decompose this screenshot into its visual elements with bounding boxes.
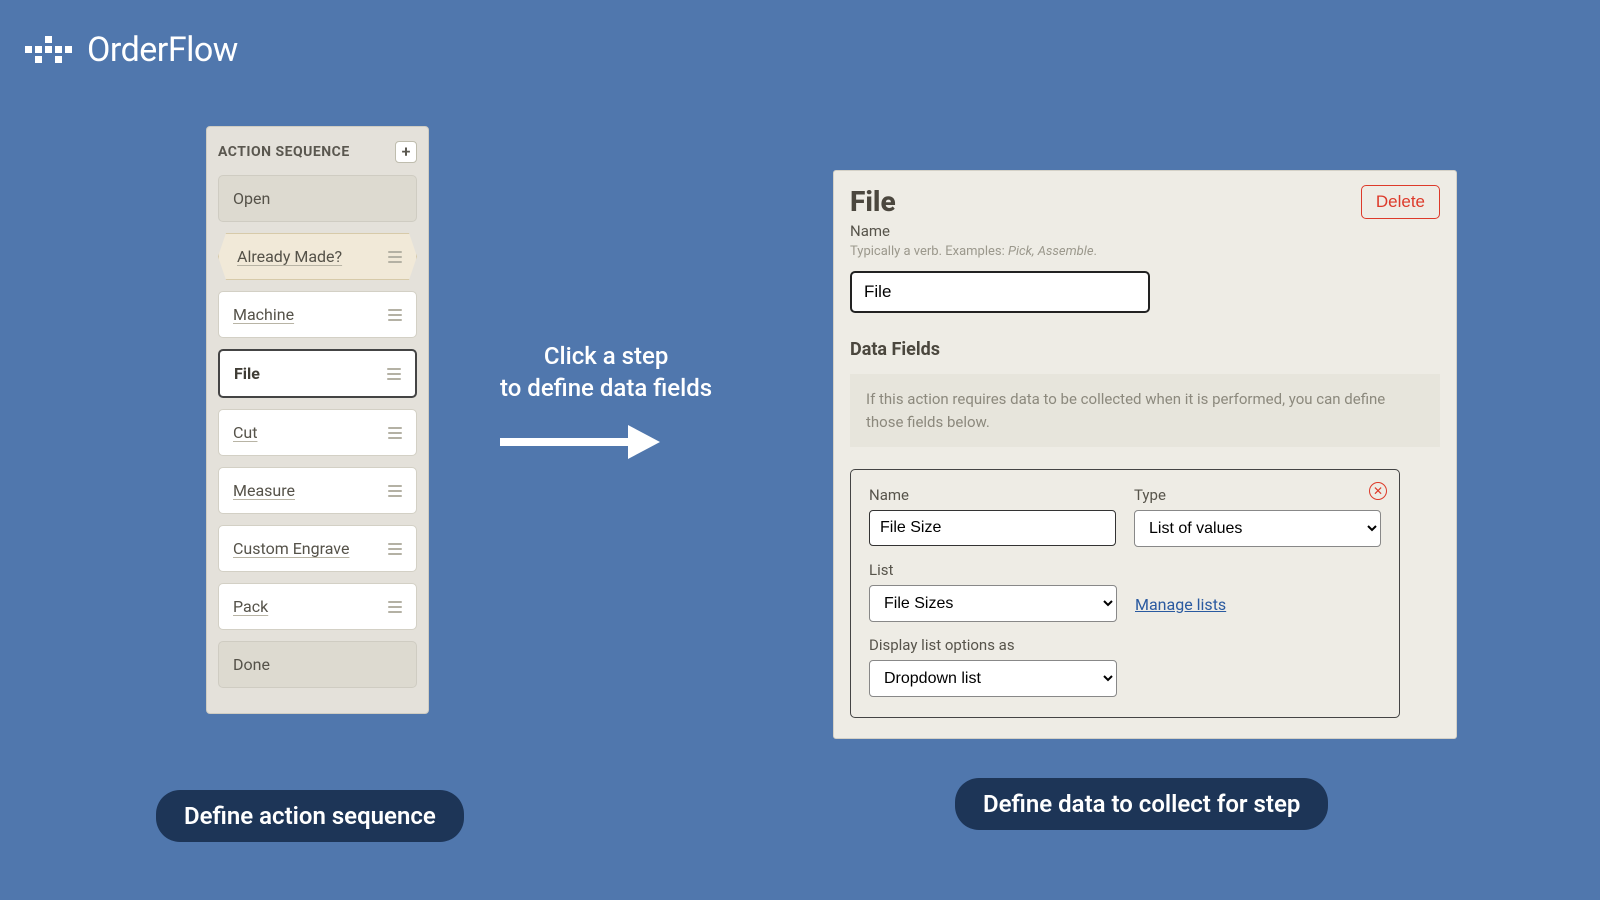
seq-item-already-made[interactable]: Already Made? xyxy=(218,233,417,280)
drag-handle-icon[interactable] xyxy=(388,601,402,613)
seq-item-measure[interactable]: Measure xyxy=(218,467,417,514)
delete-button[interactable]: Delete xyxy=(1361,185,1440,219)
seq-item-label: Open xyxy=(233,189,270,208)
manage-lists-link[interactable]: Manage lists xyxy=(1135,595,1226,614)
app-logo: OrderFlow xyxy=(25,30,238,70)
step-name-input[interactable] xyxy=(850,271,1150,313)
annotation-line: to define data fields xyxy=(500,372,712,404)
caption-left: Define action sequence xyxy=(156,790,464,842)
seq-item-cut[interactable]: Cut xyxy=(218,409,417,456)
action-sequence-panel: ACTION SEQUENCE + Open Already Made? Mac… xyxy=(206,126,429,714)
field-type-label: Type xyxy=(1134,486,1381,504)
drag-handle-icon[interactable] xyxy=(388,251,402,263)
seq-item-file[interactable]: File xyxy=(218,349,417,398)
seq-item-label: Measure xyxy=(233,481,295,500)
field-display-label: Display list options as xyxy=(869,636,1117,654)
logo-text: OrderFlow xyxy=(87,30,238,70)
field-display-select[interactable]: Dropdown list xyxy=(869,660,1117,697)
annotation-line: Click a step xyxy=(500,340,712,372)
seq-item-label: Done xyxy=(233,655,270,674)
seq-item-done: Done xyxy=(218,641,417,688)
data-field-card: ✕ Name Type List of values List File Siz… xyxy=(850,469,1400,718)
seq-item-open: Open xyxy=(218,175,417,222)
field-name-input[interactable] xyxy=(869,510,1116,546)
field-list-label: List xyxy=(869,561,1117,579)
seq-item-custom-engrave[interactable]: Custom Engrave xyxy=(218,525,417,572)
drag-handle-icon[interactable] xyxy=(388,543,402,555)
step-title: File xyxy=(850,185,1097,218)
field-list-select[interactable]: File Sizes xyxy=(869,585,1117,622)
step-detail-panel: File Name Typically a verb. Examples: Pi… xyxy=(833,170,1457,739)
seq-item-label: Pack xyxy=(233,597,268,616)
seq-item-label: Machine xyxy=(233,305,294,324)
arrow-right-icon xyxy=(500,425,660,457)
center-annotation: Click a step to define data fields xyxy=(500,340,712,457)
drag-handle-icon[interactable] xyxy=(388,485,402,497)
name-hint: Typically a verb. Examples: Pick, Assemb… xyxy=(850,244,1097,259)
seq-item-label: File xyxy=(234,364,260,383)
remove-field-button[interactable]: ✕ xyxy=(1369,482,1387,500)
add-step-button[interactable]: + xyxy=(395,141,417,163)
seq-item-label: Already Made? xyxy=(237,247,342,266)
drag-handle-icon[interactable] xyxy=(388,309,402,321)
logo-mark-icon xyxy=(25,30,73,70)
field-name-label: Name xyxy=(869,486,1116,504)
caption-right: Define data to collect for step xyxy=(955,778,1328,830)
sequence-title: ACTION SEQUENCE xyxy=(218,144,350,160)
seq-item-label: Cut xyxy=(233,423,257,442)
name-label: Name xyxy=(850,222,1097,240)
seq-item-label: Custom Engrave xyxy=(233,539,349,558)
seq-item-machine[interactable]: Machine xyxy=(218,291,417,338)
drag-handle-icon[interactable] xyxy=(387,368,401,380)
seq-item-pack[interactable]: Pack xyxy=(218,583,417,630)
drag-handle-icon[interactable] xyxy=(388,427,402,439)
field-type-select[interactable]: List of values xyxy=(1134,510,1381,547)
data-fields-info: If this action requires data to be colle… xyxy=(850,374,1440,447)
data-fields-heading: Data Fields xyxy=(850,339,1440,360)
